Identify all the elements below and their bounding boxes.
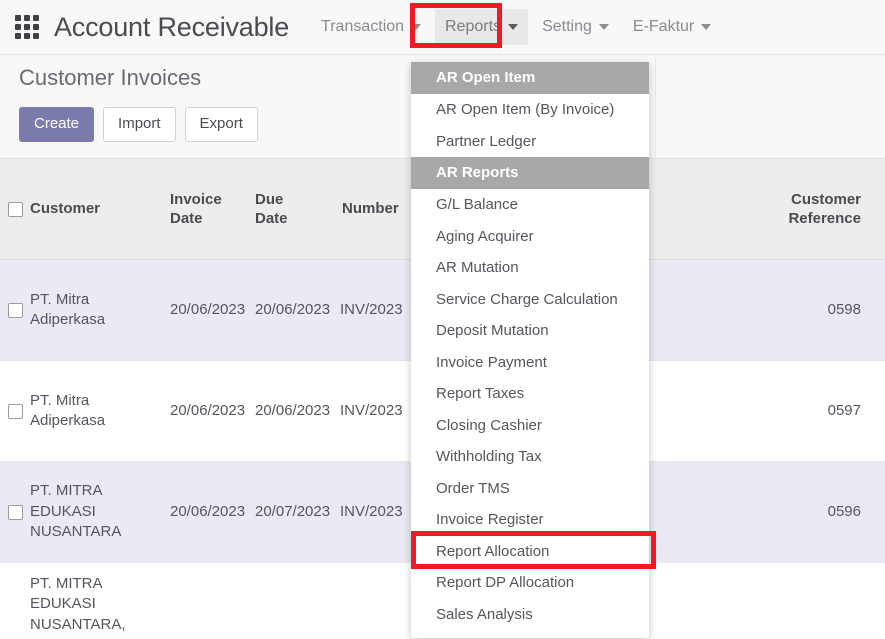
cell-due-date: 20/06/2023 — [255, 300, 331, 318]
cell-customer: PT. MITRA EDUKASI NUSANTARA, — [30, 575, 126, 633]
import-button[interactable]: Import — [103, 107, 176, 142]
grid-dot — [15, 15, 21, 21]
column-header-due-date[interactable]: Due Date — [255, 190, 340, 229]
grid-dot — [33, 24, 39, 30]
menu-section-ar-reports: AR Reports — [411, 157, 649, 189]
menu-item-sales-analysis[interactable]: Sales Analysis — [411, 599, 649, 631]
cell-customer: PT. Mitra Adiperkasa — [30, 290, 106, 328]
menu-item-invoice-register[interactable]: Invoice Register — [411, 504, 649, 536]
nav-menu-efaktur[interactable]: E-Faktur — [623, 9, 721, 45]
column-header-customer[interactable]: Customer — [30, 199, 170, 219]
menu-item-service-charge-calculation[interactable]: Service Charge Calculation — [411, 284, 649, 316]
chevron-down-icon — [508, 24, 519, 30]
menu-item-invoice-payment[interactable]: Invoice Payment — [411, 347, 649, 379]
select-all-cell — [0, 201, 30, 217]
top-navigation-bar: Account Receivable Transaction Reports S… — [0, 0, 885, 55]
cell-invoice-date: 20/06/2023 — [170, 401, 246, 419]
menu-item-order-tms[interactable]: Order TMS — [411, 473, 649, 505]
header-divider — [655, 55, 656, 159]
nav-label: Setting — [542, 18, 592, 35]
page-title: Customer Invoices — [19, 65, 202, 90]
reports-dropdown-menu: AR Open Item AR Open Item (By Invoice) P… — [411, 62, 649, 638]
nav-menu-reports[interactable]: Reports — [435, 9, 529, 45]
app-brand-title[interactable]: Account Receivable — [54, 12, 289, 43]
cell-invoice-date: 20/06/2023 — [170, 502, 246, 520]
chevron-down-icon — [411, 24, 422, 30]
cell-customer: PT. Mitra Adiperkasa — [30, 391, 106, 429]
grid-dot — [15, 24, 21, 30]
menu-item-report-dp-allocation[interactable]: Report DP Allocation — [411, 567, 649, 599]
select-all-checkbox[interactable] — [7, 201, 23, 217]
menu-item-closing-cashier[interactable]: Closing Cashier — [411, 410, 649, 442]
chevron-down-icon — [701, 24, 712, 30]
row-select-cell — [0, 302, 30, 318]
row-checkbox[interactable] — [7, 504, 23, 520]
row-select-cell — [0, 504, 30, 520]
grid-dot — [24, 15, 30, 21]
row-select-cell — [0, 403, 30, 419]
grid-dot — [33, 33, 39, 39]
cell-customer: PT. MITRA EDUKASI NUSANTARA — [30, 482, 122, 541]
menu-item-deposit-mutation[interactable]: Deposit Mutation — [411, 315, 649, 347]
row-checkbox[interactable] — [7, 403, 23, 419]
grid-dot — [24, 33, 30, 39]
apps-grid-icon[interactable] — [14, 14, 40, 40]
export-button[interactable]: Export — [184, 107, 258, 142]
action-button-row: Create Import Export — [19, 107, 258, 142]
grid-dot — [24, 24, 30, 30]
nav-label: Transaction — [321, 18, 405, 35]
menu-item-partner-ledger[interactable]: Partner Ledger — [411, 126, 649, 158]
grid-dot — [33, 15, 39, 21]
cell-due-date: 20/07/2023 — [255, 502, 331, 520]
menu-item-withholding-tax[interactable]: Withholding Tax — [411, 441, 649, 473]
nav-label: Reports — [445, 18, 502, 35]
menu-item-report-allocation[interactable]: Report Allocation — [411, 536, 649, 568]
cell-due-date: 20/06/2023 — [255, 401, 331, 419]
column-header-invoice-date[interactable]: Invoice Date — [170, 190, 255, 229]
menu-item-report-taxes[interactable]: Report Taxes — [411, 378, 649, 410]
menu-section-ar-open-item: AR Open Item — [411, 62, 649, 94]
nav-menu-setting[interactable]: Setting — [532, 9, 619, 45]
menu-item-ar-open-item-by-invoice[interactable]: AR Open Item (By Invoice) — [411, 94, 649, 126]
menu-item-aging-acquirer[interactable]: Aging Acquirer — [411, 221, 649, 253]
menu-item-ar-mutation[interactable]: AR Mutation — [411, 252, 649, 284]
chevron-down-icon — [598, 24, 609, 30]
create-button[interactable]: Create — [19, 107, 95, 142]
nav-label: E-Faktur — [632, 18, 695, 35]
app-root: Account Receivable Transaction Reports S… — [0, 0, 885, 639]
cell-invoice-date: 20/06/2023 — [170, 300, 246, 318]
grid-dot — [15, 33, 21, 39]
nav-menu-transaction[interactable]: Transaction — [311, 9, 431, 45]
row-checkbox[interactable] — [7, 302, 23, 318]
menu-item-gl-balance[interactable]: G/L Balance — [411, 189, 649, 221]
